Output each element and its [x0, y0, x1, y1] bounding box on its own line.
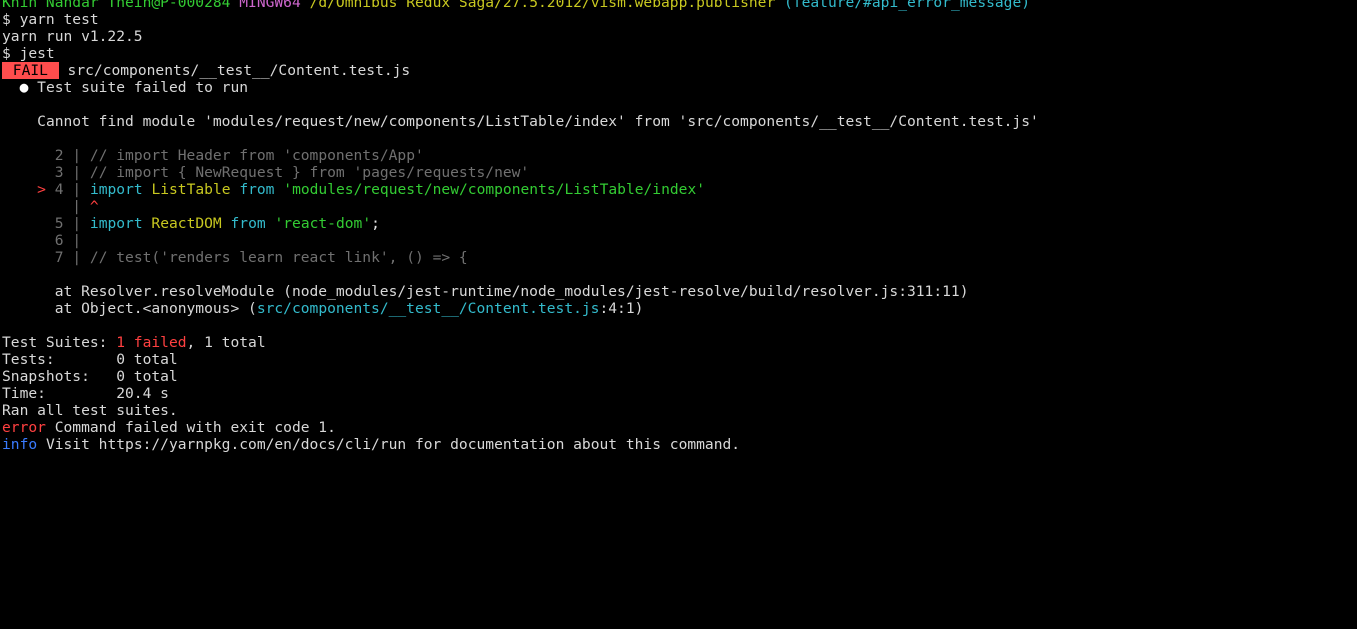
- code-frame-caret-line: | ^: [72, 198, 99, 215]
- code-frame-line-7: 7 | // test('renders learn react link', …: [54, 249, 468, 266]
- code-frame-line-6: 6 |: [54, 232, 82, 249]
- command-yarn-test: $ yarn test: [2, 11, 99, 28]
- stack-trace-line-2: at Object.<anonymous> (src/components/__…: [54, 300, 644, 317]
- fail-badge: FAIL: [2, 62, 59, 79]
- summary-time: Time: 20.4 s: [2, 385, 169, 402]
- prompt-system: MINGW64: [239, 0, 301, 11]
- terminal-window[interactable]: Khin Nandar Thein@P-000284 MINGW64 /d/Om…: [0, 0, 1357, 468]
- error-marker: >: [37, 181, 46, 198]
- error-tag: error: [2, 419, 46, 436]
- prompt-line: Khin Nandar Thein@P-000284 MINGW64 /d/Om…: [2, 0, 1030, 11]
- code-frame-line-2: 2 | // import Header from 'components/Ap…: [54, 147, 424, 164]
- summary-snapshots: Snapshots: 0 total: [2, 368, 178, 385]
- summary-tests: Tests: 0 total: [2, 351, 178, 368]
- prompt-user-host: Khin Nandar Thein@P-000284: [2, 0, 231, 11]
- stack-trace-path: src/components/__test__/Content.test.js: [256, 300, 600, 317]
- suite-failed-text: Test suite failed to run: [37, 79, 249, 96]
- summary-test-suites: Test Suites: 1 failed, 1 total: [2, 334, 266, 351]
- yarn-version-line: yarn run v1.22.5: [2, 28, 143, 45]
- info-line: info Visit https://yarnpkg.com/en/docs/c…: [2, 436, 741, 453]
- fail-test-path: src/components/__test__/Content.test.js: [67, 62, 411, 79]
- bullet-icon: ●: [19, 79, 29, 96]
- stack-trace-line-1: at Resolver.resolveModule (node_modules/…: [54, 283, 969, 300]
- cannot-find-module-line: Cannot find module 'modules/request/new/…: [37, 113, 1039, 130]
- fail-line: FAIL src/components/__test__/Content.tes…: [2, 62, 410, 79]
- suite-failed-line: ● Test suite failed to run: [2, 79, 248, 96]
- docs-link[interactable]: https://yarnpkg.com/en/docs/cli/run: [99, 436, 407, 453]
- error-line: error Command failed with exit code 1.: [2, 419, 336, 436]
- code-frame-line-4: > 4 | import ListTable from 'modules/req…: [37, 181, 706, 198]
- code-frame-line-5: 5 | import ReactDOM from 'react-dom';: [54, 215, 380, 232]
- info-tag: info: [2, 436, 38, 453]
- prompt-branch: (feature/#api_error_message): [784, 0, 1031, 11]
- command-jest: $ jest: [2, 45, 55, 62]
- code-frame-line-3: 3 | // import { NewRequest } from 'pages…: [54, 164, 530, 181]
- ran-all-suites: Ran all test suites.: [2, 402, 178, 419]
- caret-marker: ^: [89, 198, 99, 215]
- suites-failed-count: 1 failed: [116, 334, 187, 351]
- prompt-path: /d/Omnibus Redux Saga/27.5.2012/vism.web…: [309, 0, 776, 11]
